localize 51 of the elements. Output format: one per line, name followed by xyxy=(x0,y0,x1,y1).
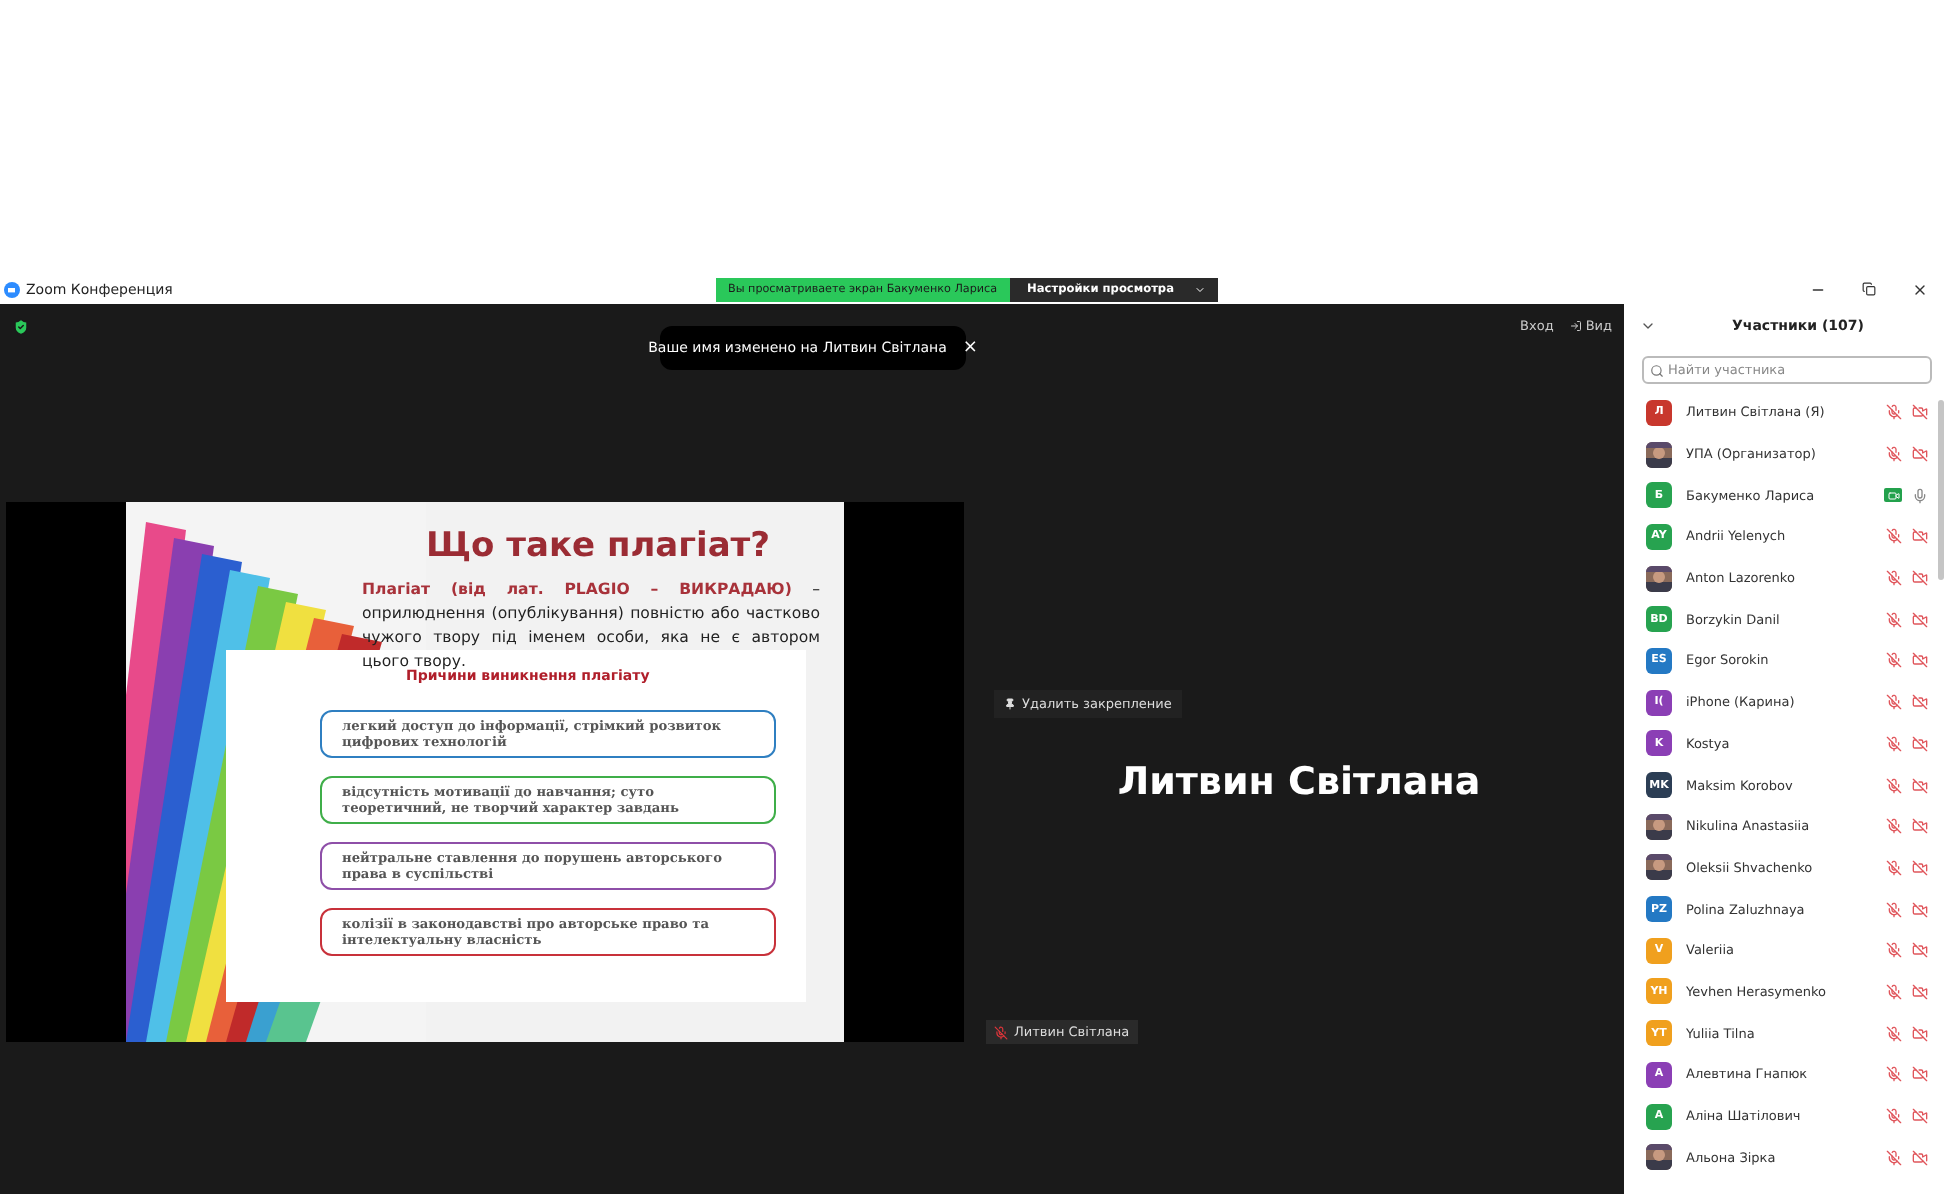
video-off-icon[interactable] xyxy=(1912,942,1928,959)
video-off-icon[interactable] xyxy=(1912,652,1928,669)
mic-off-icon[interactable] xyxy=(1886,942,1902,959)
mic-off-icon[interactable] xyxy=(1886,528,1902,545)
video-off-icon[interactable] xyxy=(1912,901,1928,918)
slide-title: Що таке плагіат? xyxy=(426,525,773,565)
video-off-icon[interactable] xyxy=(1912,446,1928,463)
mic-off-icon[interactable] xyxy=(1886,652,1902,669)
mic-off-icon[interactable] xyxy=(1886,1149,1902,1166)
video-off-icon[interactable] xyxy=(1912,735,1928,752)
video-off-icon[interactable] xyxy=(1912,570,1928,587)
mic-off-icon[interactable] xyxy=(1886,901,1902,918)
video-off-icon[interactable] xyxy=(1912,983,1928,1000)
video-off-icon[interactable] xyxy=(1912,777,1928,794)
restore-icon[interactable] xyxy=(1862,282,1876,296)
search-icon xyxy=(1650,363,1664,377)
caret-icon xyxy=(1194,284,1206,296)
video-off-icon[interactable] xyxy=(1912,1149,1928,1166)
video-off-icon[interactable] xyxy=(1912,404,1928,421)
scrollbar[interactable] xyxy=(1938,400,1944,580)
pin-icon xyxy=(1004,698,1016,710)
participant-name: Литвин Світлана xyxy=(1117,759,1481,803)
mic-off-icon[interactable] xyxy=(1886,983,1902,1000)
shield-icon[interactable] xyxy=(12,317,30,335)
mic-off-icon[interactable] xyxy=(1886,818,1902,835)
mic-off-icon[interactable] xyxy=(1886,1108,1902,1125)
mic-off-icon[interactable] xyxy=(1886,859,1902,876)
video-off-icon[interactable] xyxy=(1912,1025,1928,1042)
video-off-icon[interactable] xyxy=(1912,1066,1928,1083)
video-icon[interactable] xyxy=(1884,488,1902,503)
collapse-icon[interactable] xyxy=(1640,318,1656,334)
mic-off-icon[interactable] xyxy=(1886,446,1902,463)
mic-off-icon[interactable] xyxy=(1886,570,1902,587)
mic-off-icon[interactable] xyxy=(1886,694,1902,711)
close-button[interactable]: × xyxy=(962,338,978,358)
mic-off-icon[interactable] xyxy=(1886,1066,1902,1083)
video-off-icon[interactable] xyxy=(1912,528,1928,545)
view-icon xyxy=(1569,320,1582,332)
mic-off-icon[interactable] xyxy=(1886,1025,1902,1042)
video-off-icon[interactable] xyxy=(1912,859,1928,876)
mic-off-icon[interactable] xyxy=(1886,404,1902,421)
mic-off-icon[interactable] xyxy=(1886,611,1902,628)
mic-off-icon[interactable] xyxy=(1886,735,1902,752)
logo-icon xyxy=(4,282,20,298)
mic-off-icon[interactable] xyxy=(1886,777,1902,794)
video-off-icon[interactable] xyxy=(1912,1108,1928,1125)
video-off-icon[interactable] xyxy=(1912,611,1928,628)
mic-icon[interactable] xyxy=(1912,487,1928,504)
video-off-icon[interactable] xyxy=(1912,694,1928,711)
video-off-icon[interactable] xyxy=(1912,818,1928,835)
close-icon[interactable] xyxy=(1912,282,1928,298)
